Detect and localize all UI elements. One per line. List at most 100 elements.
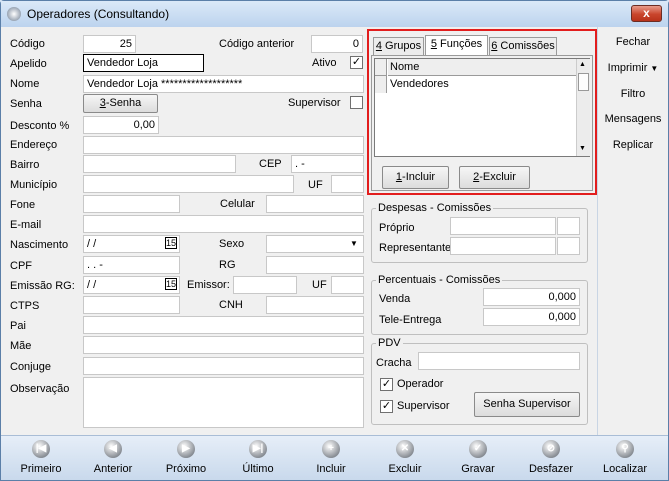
proprio-field[interactable]: [450, 217, 556, 235]
calendar-icon[interactable]: 15: [164, 237, 177, 249]
bairro-field[interactable]: [83, 155, 236, 173]
uf2-label: UF: [312, 279, 327, 291]
endereco-label: Endereço: [10, 139, 58, 151]
grid-scrollbar[interactable]: ▲ ▼: [576, 59, 590, 156]
scroll-down-icon[interactable]: ▼: [579, 145, 586, 152]
imprimir-button[interactable]: Imprimir ▼: [598, 62, 668, 74]
uf2-field[interactable]: [331, 276, 364, 294]
venda-field[interactable]: 0,000: [483, 288, 580, 306]
rg-field[interactable]: [266, 256, 364, 274]
mensagens-button[interactable]: Mensagens: [598, 113, 668, 125]
cpf-field[interactable]: . . -: [83, 256, 180, 274]
celular-field[interactable]: [266, 195, 364, 213]
ctps-label: CTPS: [10, 300, 40, 312]
grid-corner: [375, 59, 387, 76]
uf-field[interactable]: [331, 175, 364, 193]
title-bar: Operadores (Consultando) x: [1, 1, 668, 27]
sexo-label: Sexo: [219, 238, 245, 250]
tab-funcoes[interactable]: 5 Funções: [425, 35, 488, 56]
tab-grupos[interactable]: 4 Grupos: [373, 37, 424, 55]
search-icon: ⚲: [616, 440, 634, 458]
proprio-extra-field[interactable]: [557, 217, 580, 235]
app-icon: [7, 7, 21, 21]
municipio-label: Município: [10, 179, 58, 191]
undo-icon: ⊘: [542, 440, 560, 458]
cnh-field[interactable]: [266, 296, 364, 314]
codigo-field[interactable]: 25: [83, 35, 136, 53]
primeiro-button[interactable]: |◀ Primeiro: [10, 440, 72, 475]
pai-field[interactable]: [83, 316, 364, 334]
scroll-thumb[interactable]: [578, 73, 589, 91]
grid-header-nome[interactable]: Nome: [388, 59, 576, 76]
operador-checkbox[interactable]: ✓: [380, 378, 393, 391]
row-indicator: [375, 76, 387, 93]
close-button[interactable]: x: [631, 5, 662, 22]
pai-label: Pai: [10, 320, 26, 332]
localizar-button[interactable]: ⚲ Localizar: [594, 440, 656, 475]
fechar-button[interactable]: Fechar: [598, 36, 668, 48]
form-area: Código 25 Código anterior 0 Apelido Vend…: [1, 27, 598, 435]
fone-label: Fone: [10, 199, 36, 211]
nome-field[interactable]: Vendedor Loja *******************: [83, 75, 364, 93]
filtro-button[interactable]: Filtro: [598, 88, 668, 100]
incluir-toolbar-button[interactable]: + Incluir: [300, 440, 362, 475]
representante-extra-field[interactable]: [557, 237, 580, 255]
mae-field[interactable]: [83, 336, 364, 354]
tabs-panel: 4 Grupos 5 Funções 6 Comissões Nome Vend…: [367, 29, 597, 195]
observacao-label: Observação: [10, 383, 70, 395]
incluir-button[interactable]: 1-Incluir: [382, 166, 449, 189]
ctps-field[interactable]: [83, 296, 180, 314]
last-icon: ▶|: [249, 440, 267, 458]
email-label: E-mail: [10, 219, 42, 231]
nascimento-field[interactable]: / /15: [83, 235, 180, 253]
codigo-anterior-field[interactable]: 0: [311, 35, 363, 53]
email-field[interactable]: [83, 215, 364, 233]
tele-entrega-field[interactable]: 0,000: [483, 308, 580, 326]
bairro-label: Bairro: [10, 159, 40, 171]
desconto-field[interactable]: 0,00: [83, 116, 159, 134]
anterior-button[interactable]: ◀ Anterior: [82, 440, 144, 475]
excluir-button[interactable]: 2-Excluir: [459, 166, 530, 189]
replicar-button[interactable]: Replicar: [598, 139, 668, 151]
chevron-down-icon[interactable]: ▼: [347, 237, 361, 251]
senha-button[interactable]: 3-Senha: [83, 94, 158, 113]
venda-label: Venda: [379, 293, 411, 305]
check-icon: ✓: [469, 440, 487, 458]
cep-label: CEP: [259, 158, 282, 170]
tab-comissoes[interactable]: 6 Comissões: [489, 37, 557, 55]
emissor-label: Emissor:: [187, 279, 230, 291]
first-icon: |◀: [32, 440, 50, 458]
ativo-checkbox[interactable]: ✓: [350, 56, 363, 69]
scroll-up-icon[interactable]: ▲: [579, 61, 586, 68]
nascimento-label: Nascimento: [10, 239, 69, 251]
representante-field[interactable]: [450, 237, 556, 255]
grid-row[interactable]: Vendedores: [388, 76, 576, 93]
rg-label: RG: [219, 259, 236, 271]
excluir-toolbar-button[interactable]: ✕ Excluir: [374, 440, 436, 475]
pdv-supervisor-label: Supervisor: [397, 400, 450, 412]
cracha-field[interactable]: [418, 352, 580, 370]
funcoes-grid: Nome Vendedores ▲ ▼: [374, 58, 590, 157]
supervisor-checkbox[interactable]: [350, 96, 363, 109]
proximo-button[interactable]: ▶ Próximo: [155, 440, 217, 475]
gravar-button[interactable]: ✓ Gravar: [447, 440, 509, 475]
emissor-field[interactable]: [233, 276, 297, 294]
fone-field[interactable]: [83, 195, 180, 213]
x-icon: ✕: [396, 440, 414, 458]
desfazer-button[interactable]: ⊘ Desfazer: [520, 440, 582, 475]
celular-label: Celular: [220, 198, 255, 210]
ultimo-button[interactable]: ▶| Último: [227, 440, 289, 475]
pdv-supervisor-checkbox[interactable]: ✓: [380, 400, 393, 413]
apelido-field[interactable]: Vendedor Loja: [83, 54, 204, 72]
endereco-field[interactable]: [83, 136, 364, 154]
senha-supervisor-button[interactable]: Senha Supervisor: [474, 392, 580, 417]
observacao-field[interactable]: [83, 377, 364, 428]
emissao-rg-field[interactable]: / /15: [83, 276, 180, 294]
cep-field[interactable]: . -: [291, 155, 364, 173]
plus-icon: +: [322, 440, 340, 458]
side-menu: Fechar Imprimir ▼ Filtro Mensagens Repli…: [598, 27, 668, 435]
calendar-icon[interactable]: 15: [164, 278, 177, 290]
conjuge-field[interactable]: [83, 357, 364, 375]
representante-label: Representante: [379, 242, 452, 254]
municipio-field[interactable]: [83, 175, 294, 193]
